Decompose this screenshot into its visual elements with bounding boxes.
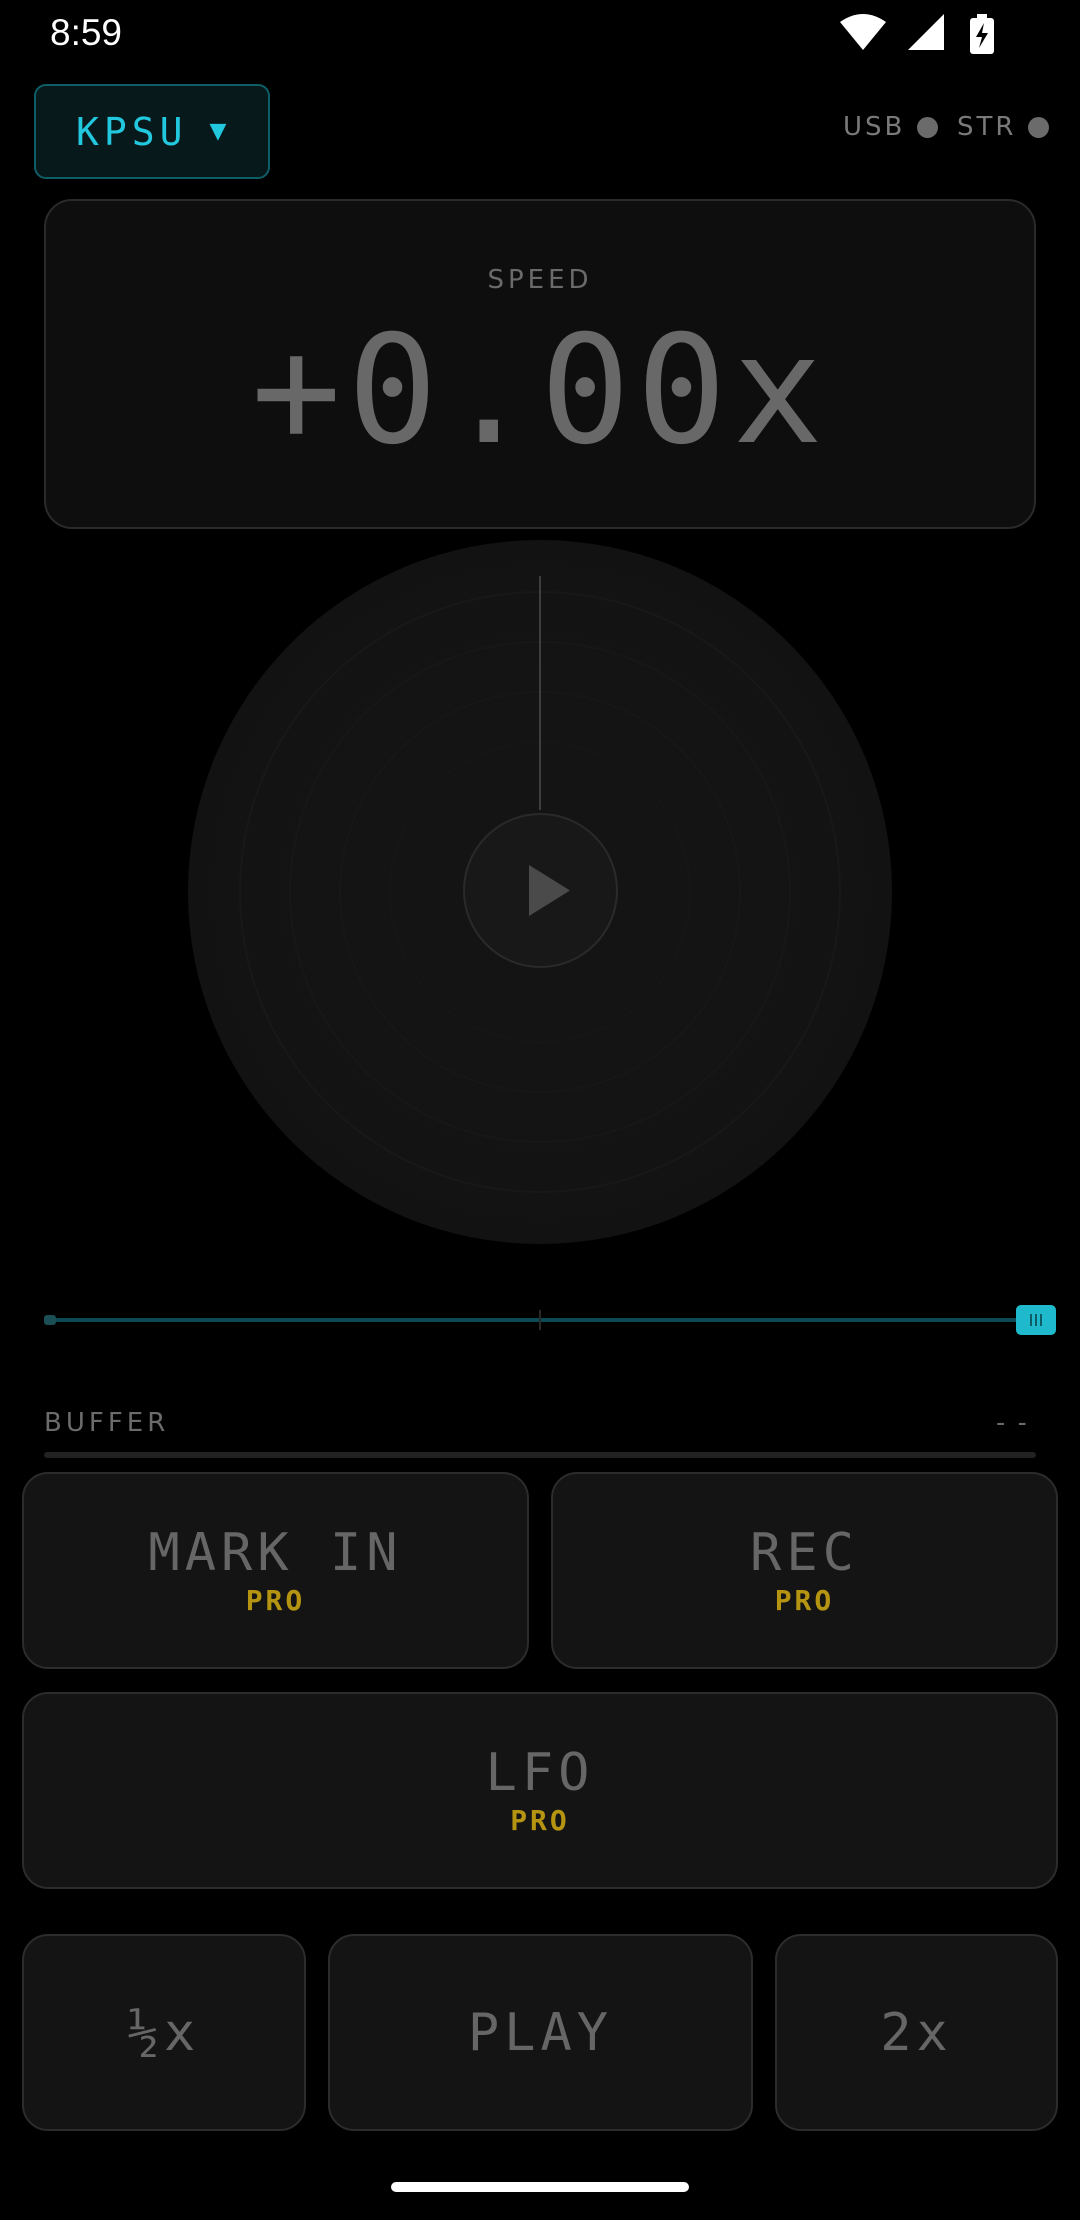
double-speed-button[interactable]: 2x	[775, 1934, 1058, 2131]
pitch-slider-thumb[interactable]	[1016, 1305, 1056, 1335]
mark-in-label: MARK IN	[148, 1522, 403, 1583]
str-status-dot	[1028, 116, 1050, 138]
play-button[interactable]: PLAY	[328, 1934, 753, 2131]
station-selector-button[interactable]: KPSU ▼	[34, 84, 270, 179]
usb-status-dot	[917, 116, 939, 138]
str-indicator-label: STR	[957, 112, 1017, 142]
platter-play-button[interactable]	[463, 813, 618, 968]
rec-button[interactable]: REC PRO	[551, 1472, 1058, 1669]
half-speed-label: ½x	[127, 2002, 201, 2063]
status-icons	[840, 14, 994, 54]
pitch-slider-center-tick	[539, 1310, 541, 1330]
str-indicator: STR	[957, 112, 1050, 142]
mark-in-button[interactable]: MARK IN PRO	[22, 1472, 529, 1669]
speed-label: SPEED	[487, 265, 593, 295]
half-speed-button[interactable]: ½x	[22, 1934, 306, 2131]
rec-label: REC	[750, 1522, 859, 1583]
chevron-down-icon: ▼	[209, 119, 227, 144]
usb-indicator: USB	[843, 112, 939, 142]
battery-charging-icon	[970, 14, 994, 54]
cell-signal-icon	[908, 14, 944, 50]
buffer-label: BUFFER	[44, 1408, 170, 1438]
lfo-label: LFO	[485, 1742, 595, 1803]
pitch-slider-start-marker	[44, 1315, 56, 1325]
play-label: PLAY	[467, 2002, 614, 2063]
status-time: 8:59	[50, 12, 123, 53]
pro-badge: PRO	[245, 1583, 306, 1617]
play-icon	[529, 865, 570, 916]
wifi-icon	[840, 14, 886, 50]
buffer-value: --	[992, 1408, 1036, 1438]
speed-panel: SPEED +0.00x	[44, 199, 1036, 529]
pro-badge: PRO	[774, 1583, 835, 1617]
grip-line	[1030, 1314, 1032, 1326]
pro-badge: PRO	[510, 1803, 570, 1837]
grip-line	[1035, 1314, 1037, 1326]
lfo-button[interactable]: LFO PRO	[22, 1692, 1058, 1889]
usb-indicator-label: USB	[843, 112, 906, 142]
grip-line	[1040, 1314, 1042, 1326]
speed-value: +0.00x	[251, 304, 829, 478]
double-speed-label: 2x	[880, 2002, 953, 2063]
station-name: KPSU	[76, 109, 188, 154]
buffer-progress-bar	[44, 1452, 1036, 1458]
home-indicator[interactable]	[391, 2182, 689, 2192]
